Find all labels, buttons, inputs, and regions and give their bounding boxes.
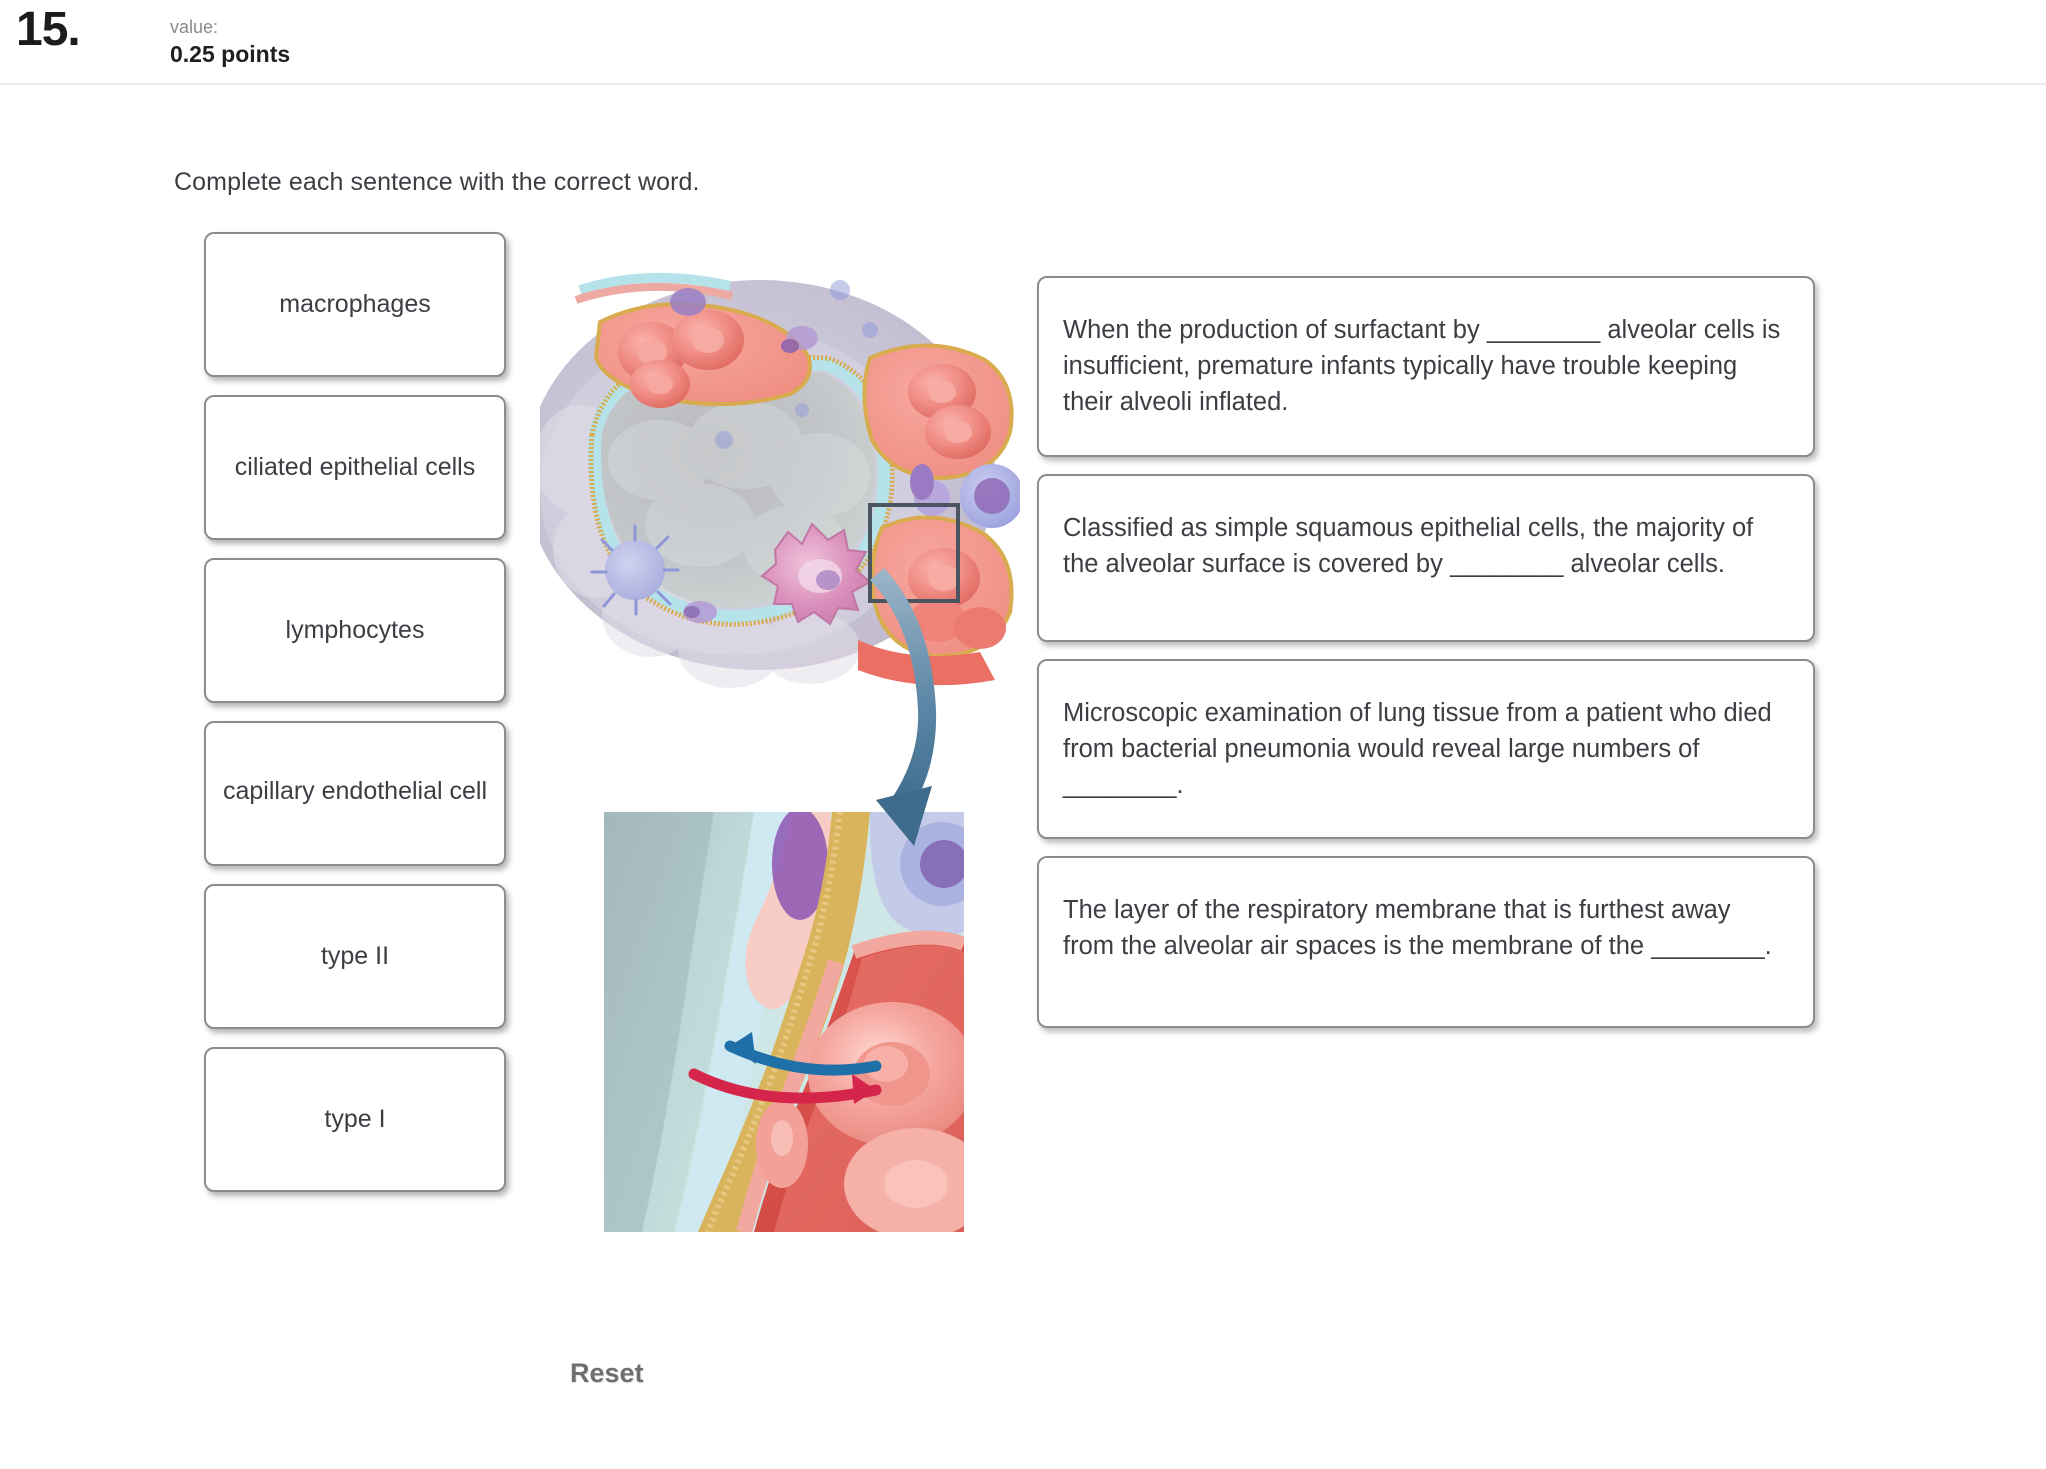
alveolus-cross-section-image — [540, 260, 1020, 700]
question-list: When the production of surfactant by ___… — [1037, 276, 1815, 1045]
word-card-label: ciliated epithelial cells — [234, 452, 476, 481]
question-text: Classified as simple squamous epithelial… — [1063, 513, 1754, 578]
illustration-column — [540, 260, 1020, 1240]
value-points: 0.25 points — [170, 40, 291, 67]
word-card-label: type I — [324, 1104, 386, 1133]
question-card-1[interactable]: When the production of surfactant by ___… — [1037, 276, 1815, 457]
question-card-3[interactable]: Microscopic examination of lung tissue f… — [1037, 658, 1815, 840]
word-card-label: capillary endothelial cell — [222, 776, 488, 805]
question-text: When the production of surfactant by ___… — [1063, 316, 1781, 417]
instruction-text: Complete each sentence with the correct … — [174, 168, 700, 196]
word-card-label: type II — [320, 941, 390, 970]
respiratory-membrane-magnified-image — [604, 812, 964, 1232]
question-value-block: value: 0.25 points — [170, 16, 290, 68]
word-card-type-ii[interactable]: type II — [204, 884, 506, 1029]
word-card-label: macrophages — [279, 289, 431, 318]
question-text: The layer of the respiratory membrane th… — [1063, 896, 1772, 961]
question-text: Microscopic examination of lung tissue f… — [1063, 698, 1772, 800]
word-card-lymphocytes[interactable]: lymphocytes — [204, 558, 506, 703]
question-number: 15. — [16, 3, 81, 56]
reset-button[interactable]: Reset — [570, 1358, 644, 1389]
question-card-2[interactable]: Classified as simple squamous epithelial… — [1037, 473, 1815, 642]
question-header: 15. value: 0.25 points — [0, 0, 2046, 85]
word-card-capillary-endothelial-cell[interactable]: capillary endothelial cell — [204, 721, 506, 866]
word-bank: macrophages ciliated epithelial cells ly… — [204, 232, 512, 1210]
word-card-type-i[interactable]: type I — [204, 1047, 506, 1192]
value-label: value: — [170, 17, 219, 37]
word-card-ciliated-epithelial-cells[interactable]: ciliated epithelial cells — [204, 395, 506, 540]
word-card-macrophages[interactable]: macrophages — [204, 232, 506, 377]
question-card-4[interactable]: The layer of the respiratory membrane th… — [1037, 856, 1815, 1029]
word-card-label: lymphocytes — [285, 615, 425, 644]
